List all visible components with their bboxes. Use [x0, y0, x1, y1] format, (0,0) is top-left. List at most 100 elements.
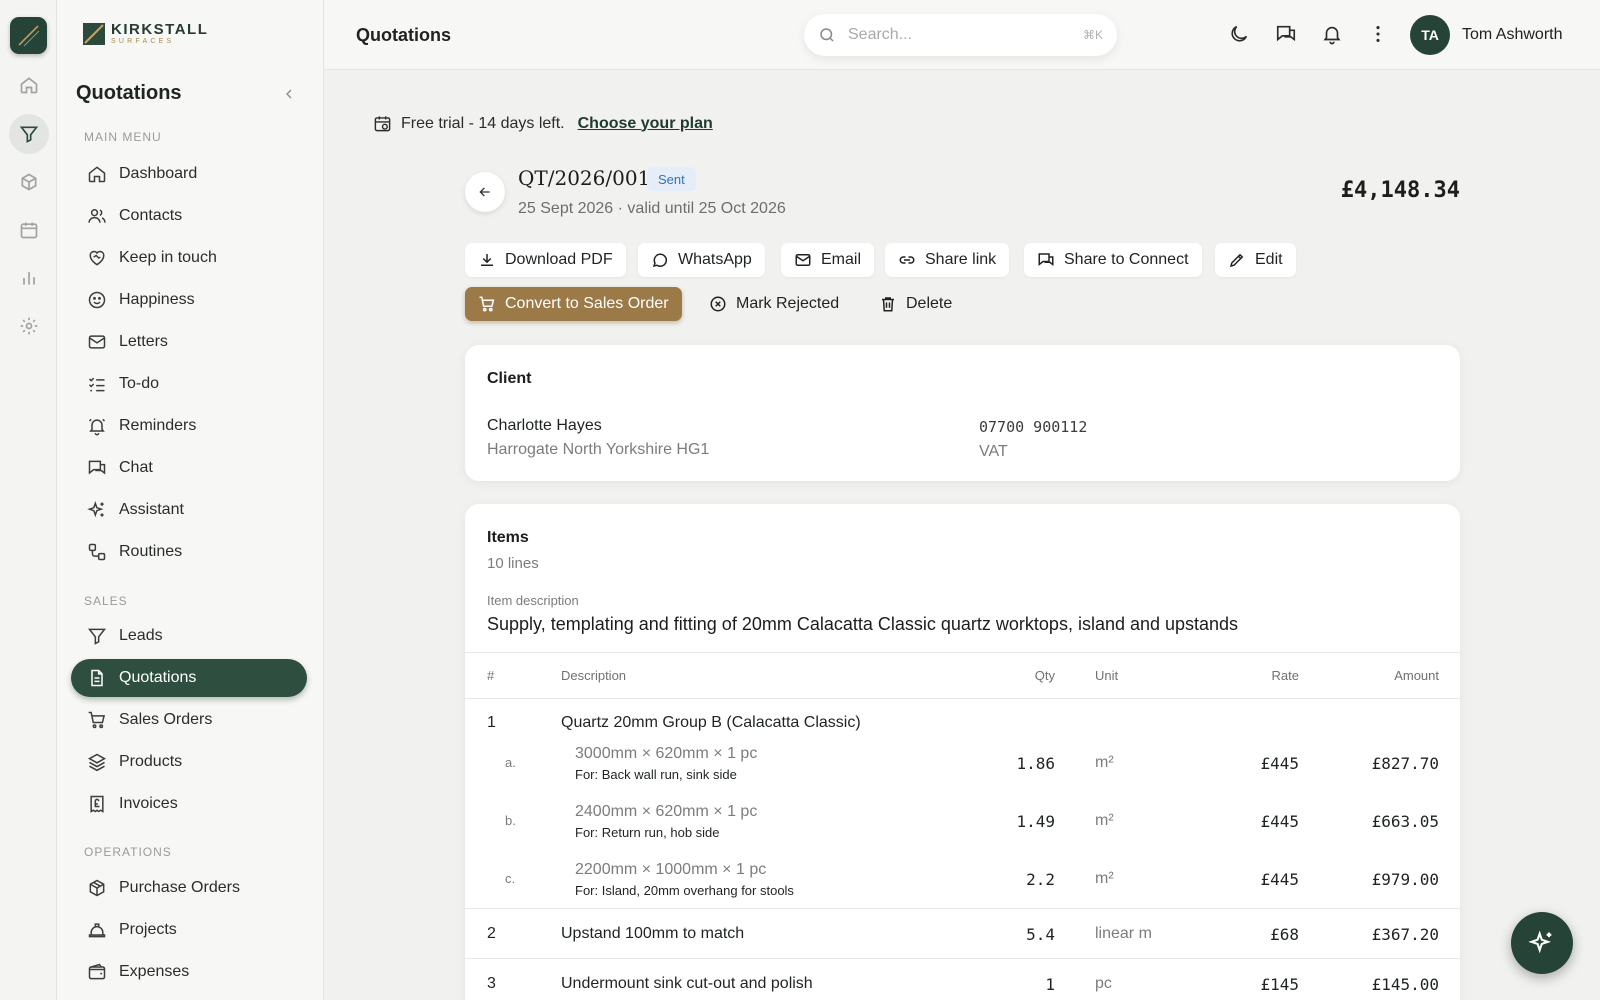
mark-rejected-button[interactable]: Mark Rejected [696, 287, 852, 321]
cart-icon [478, 295, 496, 313]
funnel-icon [87, 626, 107, 646]
row-description: Quartz 20mm Group B (Calacatta Classic) [561, 714, 861, 731]
row-rate: £445 [1260, 870, 1299, 889]
document-icon [87, 668, 107, 688]
row-number: 2 [487, 925, 496, 942]
row-amount: £979.00 [1371, 870, 1439, 889]
more-vertical-icon[interactable] [1367, 23, 1391, 47]
row-rate: £68 [1270, 925, 1299, 944]
download-pdf-label: Download PDF [505, 251, 613, 268]
row-amount: £663.05 [1371, 812, 1439, 831]
table-divider [465, 958, 1460, 959]
row-size: 2200mm × 1000mm × 1 pc [575, 861, 767, 878]
brand-mark-icon [83, 23, 105, 45]
sidebar-item-invoices[interactable]: Invoices [71, 785, 307, 823]
sidebar-item-assistant[interactable]: Assistant [71, 491, 307, 529]
layers-icon [87, 752, 107, 772]
sidebar-item-expenses[interactable]: Expenses [71, 953, 307, 991]
rail-gear-icon[interactable] [9, 306, 49, 346]
email-label: Email [821, 251, 862, 268]
message-circle-icon [651, 251, 669, 269]
search-icon [818, 26, 836, 44]
brand-name: KIRKSTALL [111, 21, 209, 38]
user-name[interactable]: Tom Ashworth [1462, 26, 1562, 44]
search-input[interactable] [848, 26, 1071, 44]
pencil-icon [1228, 251, 1246, 269]
search-bar[interactable]: ⌘K [804, 14, 1117, 56]
rail-box-icon[interactable] [9, 162, 49, 202]
download-icon [478, 251, 496, 269]
sidebar-item-label: Sales Orders [119, 711, 213, 728]
app-logo[interactable] [10, 17, 47, 54]
sidebar-item-letters[interactable]: Letters [71, 323, 307, 361]
rail-chart-icon[interactable] [9, 258, 49, 298]
rail-calendar-icon[interactable] [9, 210, 49, 250]
delete-label: Delete [906, 295, 953, 312]
sidebar-item-purchase-orders[interactable]: Purchase Orders [71, 869, 307, 907]
moon-icon[interactable] [1228, 23, 1252, 47]
email-button[interactable]: Email [781, 243, 875, 277]
brand-logo[interactable]: KIRKSTALL SURFACES [83, 22, 208, 46]
edit-button[interactable]: Edit [1215, 243, 1296, 277]
messages-icon[interactable] [1275, 23, 1299, 47]
choose-plan-link[interactable]: Choose your plan [578, 115, 713, 133]
col-unit: Unit [1095, 668, 1119, 683]
row-qty: 5.4 [1026, 925, 1055, 944]
items-count: 10 lines [487, 555, 539, 572]
sidebar: KIRKSTALL SURFACES Quotations MAIN MENU … [57, 0, 324, 1000]
sidebar-item-contacts[interactable]: Contacts [71, 197, 307, 235]
sidebar-item-projects[interactable]: Projects [71, 911, 307, 949]
sidebar-item-label: Reminders [119, 417, 197, 434]
sidebar-item-label: Purchase Orders [119, 879, 240, 896]
row-description: Upstand 100mm to match [561, 925, 745, 942]
share-to-connect-button[interactable]: Share to Connect [1024, 243, 1202, 277]
share-link-label: Share link [925, 251, 997, 268]
col-rate: Rate [1271, 668, 1299, 683]
sidebar-item-chat[interactable]: Chat [71, 449, 307, 487]
brand-sub: SURFACES [111, 38, 175, 45]
col-num: # [487, 668, 495, 683]
download-pdf-button[interactable]: Download PDF [465, 243, 626, 277]
trial-text: Free trial - 14 days left. [401, 114, 565, 132]
sidebar-item-sales-orders[interactable]: Sales Orders [71, 701, 307, 739]
collapse-chevron-icon[interactable] [281, 86, 297, 102]
convert-to-sales-order-button[interactable]: Convert to Sales Order [465, 287, 682, 321]
assistant-fab-button[interactable] [1511, 912, 1573, 974]
sidebar-item-keep-in-touch[interactable]: Keep in touch [71, 239, 307, 277]
sidebar-item-label: Expenses [119, 963, 190, 980]
client-heading: Client [487, 370, 532, 387]
avatar[interactable]: TA [1410, 15, 1450, 55]
quote-number: QT/2026/001 [518, 166, 651, 190]
chat-icon [87, 458, 107, 478]
checklist-icon [87, 374, 107, 394]
sidebar-item-happiness[interactable]: Happiness [71, 281, 307, 319]
sidebar-title: Quotations [76, 82, 182, 104]
row-amount: £827.70 [1371, 754, 1439, 773]
sidebar-item-products[interactable]: Products [71, 743, 307, 781]
sidebar-item-reminders[interactable]: Reminders [71, 407, 307, 445]
sidebar-item-to-do[interactable]: To-do [71, 365, 307, 403]
smile-icon [87, 290, 107, 310]
col-qty: Qty [1034, 668, 1055, 683]
rail-home-icon[interactable] [9, 65, 49, 105]
share-link-button[interactable]: Share link [885, 243, 1010, 277]
whatsapp-button[interactable]: WhatsApp [638, 243, 765, 277]
section-main-menu: MAIN MENU [84, 130, 162, 144]
row-rate: £445 [1260, 754, 1299, 773]
back-button[interactable] [465, 172, 505, 212]
delete-button[interactable]: Delete [866, 287, 965, 321]
bell-ring-icon [87, 416, 107, 436]
sidebar-item-leads[interactable]: Leads [71, 617, 307, 655]
bell-icon[interactable] [1321, 23, 1345, 47]
rail-funnel-icon[interactable] [9, 114, 49, 154]
sidebar-item-quotations[interactable]: Quotations [71, 659, 307, 697]
quote-dates: 25 Sept 2026 · valid until 25 Oct 2026 [518, 200, 786, 217]
sidebar-item-label: Keep in touch [119, 249, 217, 266]
page-title: Quotations [356, 25, 451, 45]
sidebar-item-label: Happiness [119, 291, 195, 308]
trial-banner: Free trial - 14 days left. Choose your p… [373, 114, 713, 133]
sparkles-icon [1528, 930, 1552, 954]
sidebar-item-label: Contacts [119, 207, 183, 224]
sidebar-item-dashboard[interactable]: Dashboard [71, 155, 307, 193]
sidebar-item-routines[interactable]: Routines [71, 533, 307, 571]
